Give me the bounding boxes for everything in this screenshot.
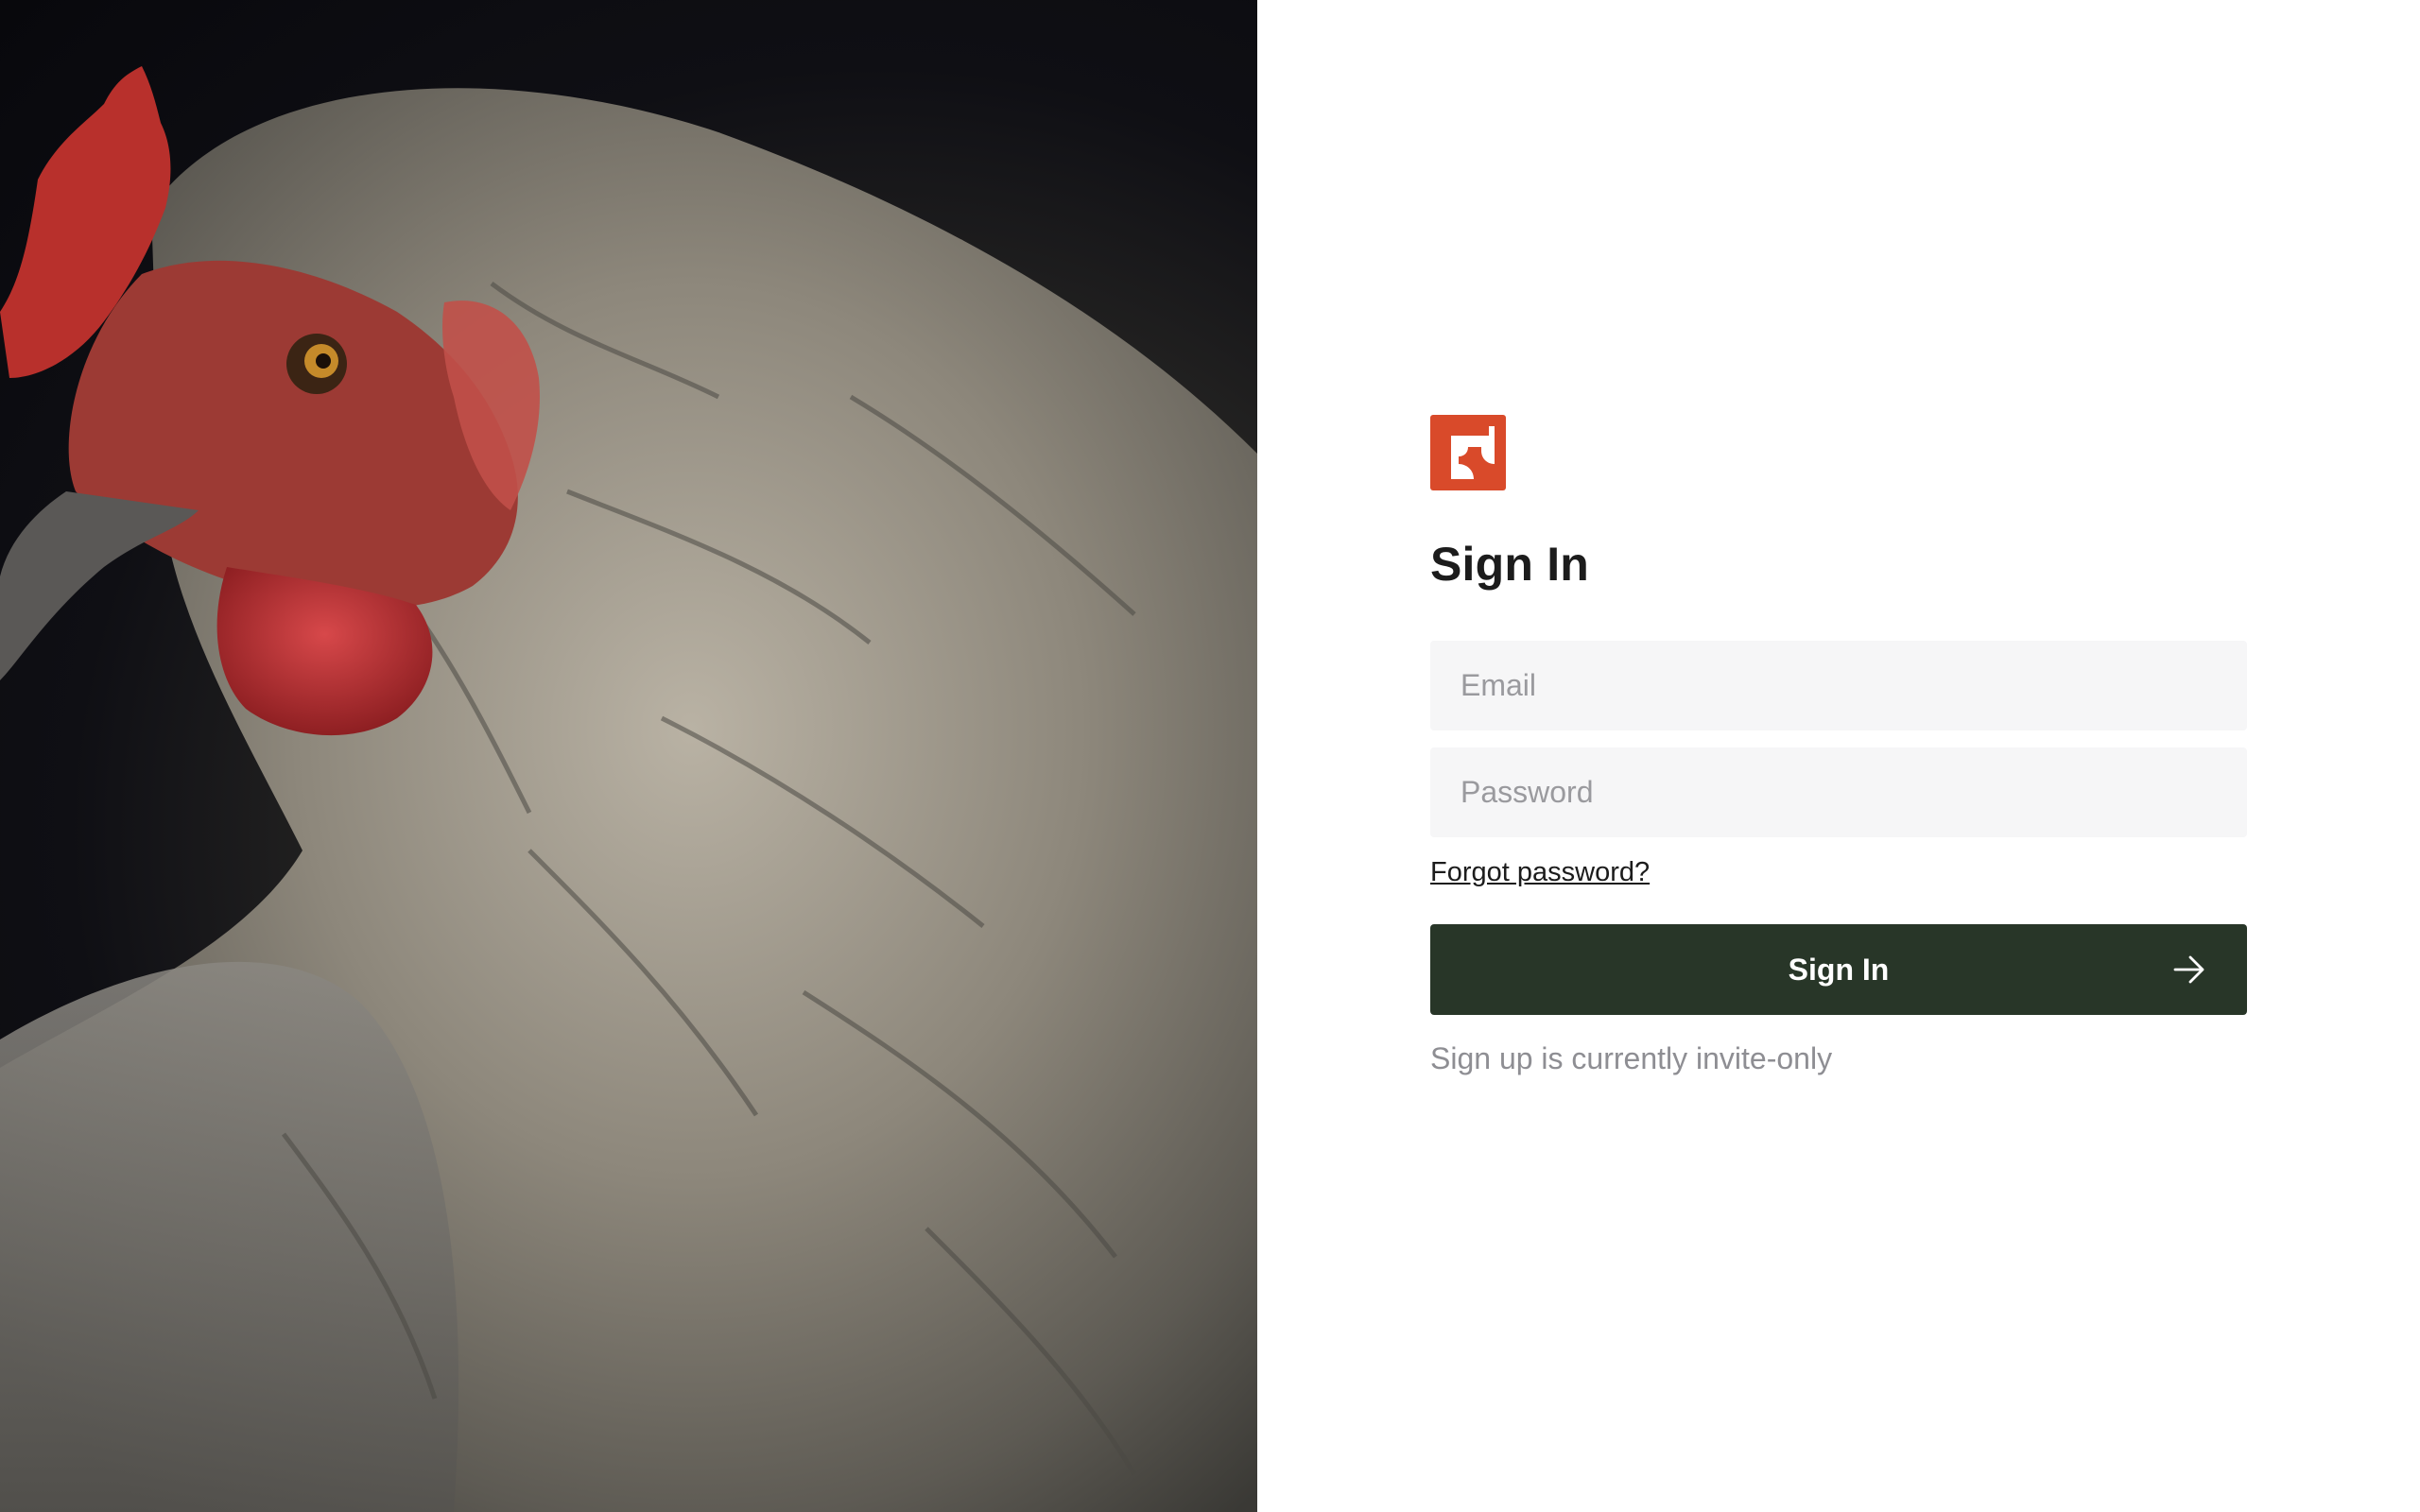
email-field[interactable]	[1430, 641, 2247, 730]
signin-panel: Sign In Forgot password? Sign In Sign up…	[1257, 0, 2420, 1512]
hero-image	[0, 0, 1257, 1512]
brand-logo-icon	[1430, 415, 1506, 490]
sign-in-button-label: Sign In	[1788, 952, 1890, 987]
rooster-illustration	[0, 66, 1257, 1512]
page-title: Sign In	[1430, 538, 1590, 591]
invite-only-note: Sign up is currently invite-only	[1430, 1041, 1833, 1075]
forgot-password-link[interactable]: Forgot password?	[1430, 857, 1650, 888]
password-field[interactable]	[1430, 747, 2247, 837]
arrow-right-icon	[2173, 955, 2204, 984]
login-page: Sign In Forgot password? Sign In Sign up…	[0, 0, 2420, 1512]
sign-in-button[interactable]: Sign In	[1430, 924, 2247, 1015]
signin-form: Sign In Forgot password? Sign In Sign up…	[1430, 415, 2247, 1076]
